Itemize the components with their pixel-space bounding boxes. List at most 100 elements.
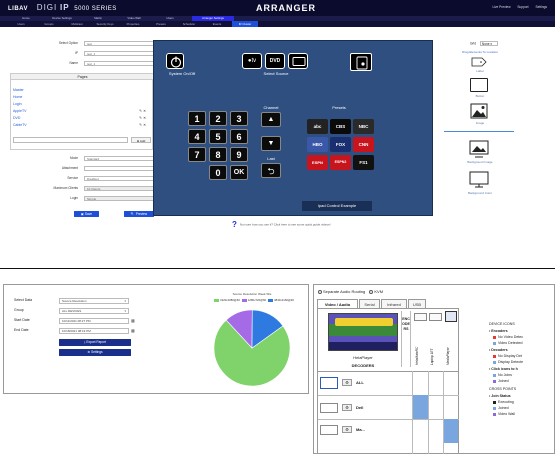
select-option-select[interactable]: test▾ bbox=[84, 40, 158, 46]
gear-icon[interactable]: ⚙ bbox=[342, 426, 352, 433]
edit-icon[interactable]: ✎ bbox=[139, 109, 142, 113]
page-home[interactable]: Home bbox=[13, 95, 22, 99]
key-ok[interactable]: OK bbox=[230, 165, 248, 180]
apple-tv-button[interactable]: ●tv bbox=[242, 53, 262, 69]
decoder-all-icon[interactable] bbox=[320, 377, 338, 389]
key-2[interactable]: 2 bbox=[209, 111, 227, 126]
decoder-row3-icon[interactable] bbox=[320, 425, 338, 435]
decoder-dell-icon[interactable] bbox=[320, 403, 338, 413]
sub-events[interactable]: Events bbox=[204, 21, 230, 27]
preset-fs1[interactable]: FS1 bbox=[353, 155, 374, 170]
crosspoint-joined[interactable] bbox=[444, 419, 458, 443]
add-page-button[interactable]: ⊞ Add bbox=[131, 137, 151, 143]
decoder-row-3[interactable]: Ma... bbox=[356, 427, 365, 432]
attachment-select[interactable]: ▾ bbox=[84, 165, 158, 171]
decoder-row-dell[interactable]: Dell bbox=[356, 405, 363, 410]
ipad-button[interactable] bbox=[350, 53, 372, 71]
image-element[interactable] bbox=[470, 103, 488, 119]
encoder-icon-1[interactable] bbox=[414, 313, 427, 321]
tab-infrared[interactable]: Infrared bbox=[381, 299, 407, 308]
key-5[interactable]: 5 bbox=[209, 129, 227, 144]
separate-audio-radio[interactable]: Separate Audio Routing bbox=[318, 289, 365, 294]
page-login[interactable]: Login bbox=[13, 102, 22, 106]
close-icon[interactable]: ✕ bbox=[143, 109, 146, 113]
preset-hbo[interactable]: HBO bbox=[307, 137, 328, 152]
page-dvd[interactable]: DVD bbox=[13, 116, 20, 120]
edit-icon[interactable]: ✎ bbox=[139, 116, 142, 120]
service-select[interactable]: Disabled▾ bbox=[84, 175, 158, 181]
sub-users[interactable]: Users bbox=[8, 21, 34, 27]
preset-abc[interactable]: abc bbox=[307, 119, 328, 134]
key-6[interactable]: 6 bbox=[230, 129, 248, 144]
preset-cnn[interactable]: CNN bbox=[353, 137, 374, 152]
sub-groups[interactable]: Groups bbox=[36, 21, 62, 27]
key-3[interactable]: 3 bbox=[230, 111, 248, 126]
ip-select[interactable]: test_1▾ bbox=[84, 50, 158, 56]
preset-espn[interactable]: ESPN bbox=[307, 155, 328, 170]
start-date-input[interactable]: 10/11/2021 08:27 PM bbox=[59, 317, 129, 324]
preset-nbc[interactable]: NBC bbox=[353, 119, 374, 134]
decoder-row-all[interactable]: ALL bbox=[356, 380, 364, 385]
calendar-icon[interactable]: ▦ bbox=[131, 318, 135, 323]
label-element[interactable] bbox=[470, 57, 488, 67]
sub-security-keys[interactable]: Security Keys bbox=[92, 21, 118, 27]
help-hint[interactable]: ? Not sure how you use it? Click here to … bbox=[232, 220, 331, 229]
channel-down-button[interactable]: ▼ bbox=[261, 136, 281, 151]
preset-espn2[interactable]: ESPN2 bbox=[330, 155, 351, 170]
support-link[interactable]: Support bbox=[517, 5, 528, 9]
close-icon[interactable]: ✕ bbox=[143, 116, 146, 120]
kvm-radio[interactable]: KVM bbox=[369, 289, 383, 294]
key-1[interactable]: 1 bbox=[188, 111, 206, 126]
tab-video-audio[interactable]: Video / Audio bbox=[317, 299, 358, 308]
dvd-button[interactable]: DVD bbox=[265, 53, 285, 69]
background-color-element[interactable] bbox=[469, 171, 489, 189]
end-date-input[interactable]: 10/18/2021 08:19 PM bbox=[59, 327, 129, 334]
sub-presets[interactable]: Presets bbox=[148, 21, 174, 27]
sub-multicast[interactable]: Multicast bbox=[64, 21, 90, 27]
mode-select[interactable]: Standard▾ bbox=[84, 155, 158, 161]
key-7[interactable]: 7 bbox=[188, 147, 206, 162]
preset-fox[interactable]: FOX bbox=[330, 137, 351, 152]
add-page-input[interactable] bbox=[13, 137, 128, 143]
max-clients-input[interactable]: 10 Clients bbox=[84, 185, 158, 191]
save-button[interactable]: ▣ Save bbox=[74, 211, 99, 217]
export-report-button[interactable]: ⤓ Export Report bbox=[59, 339, 131, 346]
edit-icon[interactable]: ✎ bbox=[139, 123, 142, 127]
tab-usb[interactable]: USB bbox=[408, 299, 426, 308]
sub-ir-cluster[interactable]: IR Cluster bbox=[232, 21, 258, 27]
last-button[interactable]: ⮌ bbox=[261, 163, 281, 178]
cable-tv-button[interactable] bbox=[288, 53, 308, 69]
page-cabletv[interactable]: CableTV bbox=[13, 123, 27, 127]
encoder-icon-3[interactable] bbox=[445, 311, 457, 322]
preview-button[interactable]: 🔍 Preview bbox=[124, 211, 154, 217]
sub-scheduler[interactable]: Scheduler bbox=[176, 21, 202, 27]
preset-cbs[interactable]: CBS bbox=[330, 119, 351, 134]
sub-properties[interactable]: Properties bbox=[120, 21, 146, 27]
name-input[interactable]: test_1 bbox=[84, 60, 158, 66]
group-select[interactable]: ALL DEVICES ▾ bbox=[59, 307, 129, 314]
tab-serial[interactable]: Serial bbox=[359, 299, 380, 308]
key-4[interactable]: 4 bbox=[188, 129, 206, 144]
page-appletv[interactable]: AppleTV bbox=[13, 109, 26, 113]
page-master[interactable]: Master bbox=[13, 88, 24, 92]
encoder-icon-2[interactable] bbox=[429, 313, 442, 321]
gear-icon[interactable]: ⚙ bbox=[342, 379, 352, 386]
key-9[interactable]: 9 bbox=[230, 147, 248, 162]
select-data-select[interactable]: Source Resolution ▾ bbox=[59, 297, 129, 304]
live-preview-link[interactable]: Live Preview bbox=[492, 5, 510, 9]
calendar-icon[interactable]: ▦ bbox=[131, 328, 135, 333]
channel-up-button[interactable]: ▲ bbox=[261, 112, 281, 127]
power-button[interactable] bbox=[166, 53, 184, 69]
settings-button[interactable]: ⚙ Settings bbox=[59, 349, 131, 356]
settings-link[interactable]: Settings bbox=[535, 5, 547, 9]
key-0[interactable]: 0 bbox=[209, 165, 227, 180]
remote-designer-canvas[interactable]: System On/Off ●tv DVD Select Source 1 2 … bbox=[153, 40, 433, 216]
login-select[interactable]: Simple▾ bbox=[84, 195, 158, 201]
key-8[interactable]: 8 bbox=[209, 147, 227, 162]
gear-icon[interactable]: ⚙ bbox=[342, 404, 352, 411]
close-icon[interactable]: ✕ bbox=[143, 123, 146, 127]
button-element[interactable] bbox=[470, 78, 488, 92]
background-image-element[interactable] bbox=[469, 140, 489, 158]
grid-select[interactable]: None ▾ bbox=[479, 41, 498, 46]
crosspoint-joined[interactable] bbox=[413, 395, 428, 419]
